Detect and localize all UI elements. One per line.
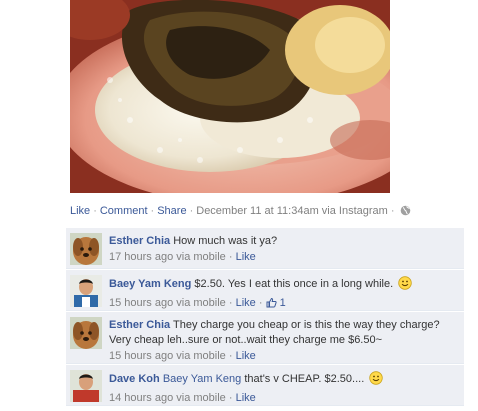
share-link[interactable]: Share xyxy=(157,205,186,217)
avatar[interactable] xyxy=(70,275,102,307)
comment-item: Esther Chia They charge you cheap or is … xyxy=(66,312,464,364)
comment-like-link[interactable]: Like xyxy=(236,350,256,362)
comment-like-link[interactable]: Like xyxy=(236,251,256,263)
comment-text: How much was it ya? xyxy=(173,235,278,247)
comment-mention[interactable]: Baey Yam Keng xyxy=(163,373,241,385)
separator: · xyxy=(189,205,194,217)
comment-time[interactable]: 15 hours ago via mobile xyxy=(109,297,226,309)
comment-list: Esther Chia How much was it ya? 17 hours… xyxy=(66,228,464,406)
post-photo[interactable] xyxy=(70,0,390,193)
comment-like-link[interactable]: Like xyxy=(236,392,256,404)
comment-link[interactable]: Comment xyxy=(100,205,148,217)
comment-author[interactable]: Baey Yam Keng xyxy=(109,278,191,290)
comment-like-link[interactable]: Like xyxy=(236,297,256,309)
post-action-bar: Like · Comment · Share · December 11 at 11:34a… xyxy=(70,204,470,220)
comment-author[interactable]: Esther Chia xyxy=(109,235,170,247)
avatar[interactable] xyxy=(70,233,102,265)
smiley-icon xyxy=(398,276,412,295)
thumbs-up-icon[interactable] xyxy=(266,297,277,313)
comment-item: Baey Yam Keng $2.50. Yes I eat this once… xyxy=(66,270,464,311)
avatar[interactable] xyxy=(70,370,102,402)
comment-item: Esther Chia How much was it ya? 17 hours… xyxy=(66,228,464,269)
separator: · xyxy=(150,205,155,217)
separator: · xyxy=(93,205,97,217)
smiley-icon xyxy=(369,371,384,390)
comment-author[interactable]: Esther Chia xyxy=(109,319,170,331)
comment-time[interactable]: 15 hours ago via mobile xyxy=(109,350,226,362)
comment-text: that's v CHEAP. $2.50.... xyxy=(244,373,365,385)
separator: · xyxy=(390,205,395,217)
globe-icon[interactable] xyxy=(400,205,411,220)
comment-time[interactable]: 14 hours ago via mobile xyxy=(109,392,226,404)
like-link[interactable]: Like xyxy=(70,205,90,217)
comment-text: $2.50. Yes I eat this once in a long whi… xyxy=(194,278,394,290)
like-count[interactable]: 1 xyxy=(280,297,286,309)
avatar[interactable] xyxy=(70,317,102,349)
post-timestamp[interactable]: December 11 at 11:34am via Instagram xyxy=(196,205,388,217)
comment-author[interactable]: Dave Koh xyxy=(109,373,160,385)
comment-time[interactable]: 17 hours ago via mobile xyxy=(109,251,226,263)
